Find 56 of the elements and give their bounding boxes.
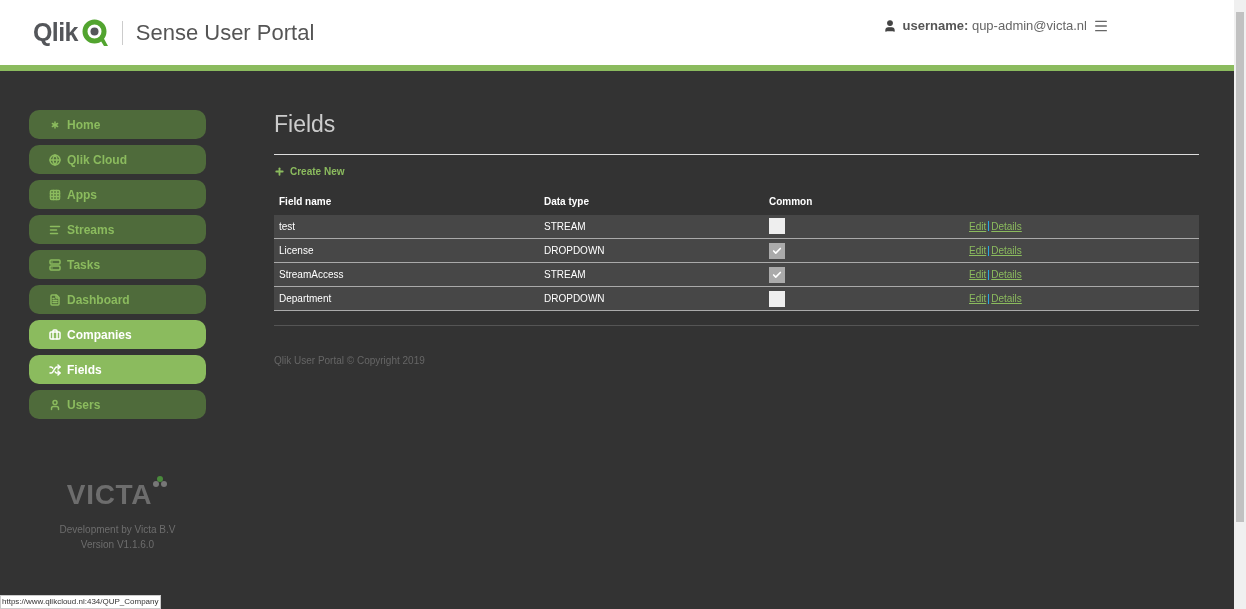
credit-text: Development by Victa B.V bbox=[59, 523, 176, 537]
create-new-link[interactable]: Create New bbox=[274, 163, 345, 179]
shuffle-icon bbox=[49, 363, 61, 376]
document-icon bbox=[49, 293, 61, 306]
briefcase-icon bbox=[49, 328, 61, 341]
sidebar-item[interactable]: Dashboard bbox=[29, 285, 206, 314]
portal-title: Sense User Portal bbox=[135, 19, 315, 47]
checkbox[interactable] bbox=[769, 242, 785, 259]
sidebar-item[interactable]: Companies bbox=[29, 320, 206, 349]
user-icon bbox=[49, 398, 61, 411]
sidebar-item[interactable]: Tasks bbox=[29, 250, 206, 279]
plus-icon bbox=[274, 165, 285, 177]
sidebar-item[interactable]: Users bbox=[29, 390, 206, 419]
edit-link[interactable]: Edit bbox=[969, 291, 987, 306]
asterisk-icon bbox=[49, 118, 61, 131]
table-cell: DROPDOWN bbox=[544, 293, 605, 304]
edit-link[interactable]: Edit bbox=[969, 243, 987, 258]
check-icon bbox=[772, 245, 782, 256]
edit-link[interactable]: Edit bbox=[969, 267, 987, 282]
table-cell: License bbox=[279, 245, 314, 256]
table-cell: StreamAccess bbox=[279, 269, 344, 280]
user-icon bbox=[882, 18, 897, 33]
details-link[interactable]: Details bbox=[991, 291, 1022, 306]
sidebar-item[interactable]: Streams bbox=[29, 215, 206, 244]
table-cell: STREAM bbox=[544, 269, 586, 280]
qlik-logo: Qlik bbox=[33, 16, 78, 48]
sidebar-item[interactable]: Apps bbox=[29, 180, 206, 209]
scrollbar[interactable] bbox=[1234, 0, 1246, 609]
status-bar: https://www.qlikcloud.nl:434/QUP_Company bbox=[0, 595, 161, 609]
leaf-icon bbox=[152, 474, 169, 490]
bars-icon bbox=[49, 223, 61, 236]
column-header: Data type bbox=[544, 195, 589, 207]
stack-icon bbox=[49, 258, 61, 271]
details-link[interactable]: Details bbox=[991, 243, 1022, 258]
sidebar-item[interactable]: Qlik Cloud bbox=[29, 145, 206, 174]
checkbox[interactable] bbox=[769, 218, 785, 235]
details-link[interactable]: Details bbox=[991, 218, 1022, 234]
victa-logo: VICTA bbox=[66, 478, 153, 512]
sidebar-item[interactable]: Home bbox=[29, 110, 206, 139]
checkbox[interactable] bbox=[769, 290, 785, 307]
check-icon bbox=[772, 269, 782, 280]
details-link[interactable]: Details bbox=[991, 267, 1022, 282]
table-cell: DROPDOWN bbox=[544, 245, 605, 256]
checkbox[interactable] bbox=[769, 266, 785, 283]
username-text: username: qup-admin@victa.nl bbox=[902, 16, 1087, 35]
qlik-q-icon bbox=[81, 18, 109, 47]
table-cell: STREAM bbox=[544, 220, 586, 232]
globe-icon bbox=[49, 153, 61, 166]
column-header: Field name bbox=[279, 195, 332, 207]
table-cell: test bbox=[279, 220, 296, 232]
grid-icon bbox=[49, 188, 61, 201]
column-header: Common bbox=[769, 195, 813, 207]
table-cell: Department bbox=[279, 293, 332, 304]
edit-link[interactable]: Edit bbox=[969, 218, 987, 234]
sidebar-item[interactable]: Fields bbox=[29, 355, 206, 384]
page-title: Fields bbox=[274, 110, 337, 139]
